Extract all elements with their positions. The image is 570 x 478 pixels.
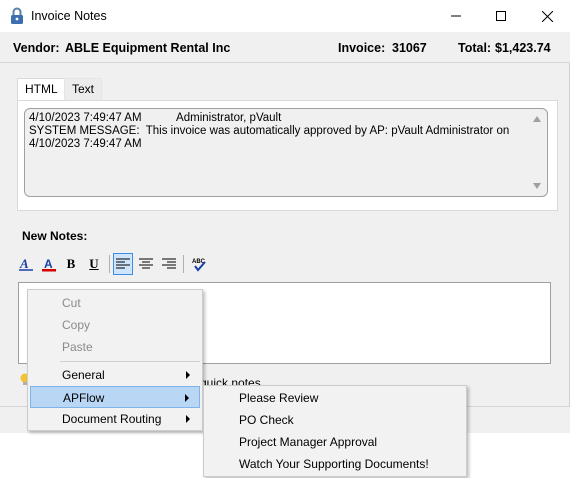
spellcheck-button[interactable]: ABC	[189, 253, 209, 275]
header-divider	[0, 62, 570, 63]
align-center-icon	[139, 258, 153, 269]
vendor-label: Vendor:	[13, 41, 60, 55]
menu-separator	[60, 361, 200, 362]
toolbar-separator	[183, 255, 184, 273]
notes-text: 4/10/2023 7:49:47 AM Administrator, pVau…	[29, 112, 525, 151]
lock-icon	[11, 7, 23, 24]
window-title: Invoice Notes	[31, 9, 107, 23]
existing-notes-view[interactable]: 4/10/2023 7:49:47 AM Administrator, pVau…	[24, 108, 548, 197]
font-style-icon: A	[19, 256, 33, 271]
vendor-name: ABLE Equipment Rental Inc	[65, 41, 231, 55]
font-color-button[interactable]: A	[39, 253, 59, 275]
context-menu: Cut Copy Paste General APFlow Document R…	[27, 289, 203, 431]
submenu-item-po-check[interactable]: PO Check	[206, 409, 464, 431]
submenu-arrow-icon	[186, 371, 190, 379]
close-icon	[541, 10, 553, 22]
align-right-icon	[162, 258, 176, 269]
font-color-icon: A	[42, 257, 56, 272]
menu-item-document-routing[interactable]: Document Routing	[30, 408, 200, 430]
submenu-item-project-manager-approval[interactable]: Project Manager Approval	[206, 431, 464, 453]
note-line: 4/10/2023 7:49:47 AM	[29, 138, 142, 150]
svg-text:A: A	[19, 256, 29, 271]
title-bar[interactable]: Invoice Notes	[0, 0, 570, 32]
submenu-arrow-icon	[186, 415, 190, 423]
align-right-button[interactable]	[159, 253, 179, 275]
note-line: SYSTEM MESSAGE: This invoice was automat…	[29, 125, 510, 137]
menu-item-copy[interactable]: Copy	[30, 314, 200, 336]
svg-text:A: A	[44, 257, 53, 271]
menu-item-paste[interactable]: Paste	[30, 336, 200, 358]
bold-button[interactable]: B	[61, 253, 81, 275]
new-notes-label: New Notes:	[22, 229, 88, 243]
tab-html[interactable]: HTML	[17, 78, 66, 100]
close-button[interactable]	[524, 0, 570, 32]
minimize-button[interactable]	[433, 0, 479, 32]
tab-text[interactable]: Text	[64, 78, 103, 100]
scroll-up-arrow-icon[interactable]	[533, 116, 541, 122]
bold-icon: B	[66, 256, 76, 271]
scroll-down-arrow-icon[interactable]	[533, 183, 541, 189]
invoice-number: 31067	[392, 41, 427, 55]
maximize-icon	[496, 11, 506, 21]
submenu-item-watch-supporting-documents[interactable]: Watch Your Supporting Documents!	[206, 453, 464, 475]
underline-icon: U	[89, 256, 99, 271]
menu-item-general[interactable]: General	[30, 364, 200, 386]
maximize-button[interactable]	[478, 0, 524, 32]
menu-item-apflow[interactable]: APFlow	[30, 386, 200, 408]
font-style-button[interactable]: A	[16, 253, 36, 275]
total-value: $1,423.74	[495, 41, 551, 55]
underline-button[interactable]: U	[84, 253, 104, 275]
align-left-button[interactable]	[113, 253, 133, 275]
toolbar-separator	[109, 255, 110, 273]
minimize-icon	[451, 15, 461, 17]
submenu-item-please-review[interactable]: Please Review	[206, 387, 464, 409]
menu-item-cut[interactable]: Cut	[30, 292, 200, 314]
invoice-info-bar: Vendor: ABLE Equipment Rental Inc Invoic…	[0, 32, 570, 62]
align-center-button[interactable]	[136, 253, 156, 275]
apflow-submenu: Please Review PO Check Project Manager A…	[203, 385, 467, 477]
note-line: 4/10/2023 7:49:47 AM Administrator, pVau…	[29, 112, 282, 124]
total-label: Total:	[458, 41, 492, 55]
align-left-icon	[116, 258, 130, 269]
spellcheck-icon: ABC	[192, 259, 206, 272]
submenu-arrow-icon	[185, 394, 189, 402]
invoice-label: Invoice:	[338, 41, 386, 55]
